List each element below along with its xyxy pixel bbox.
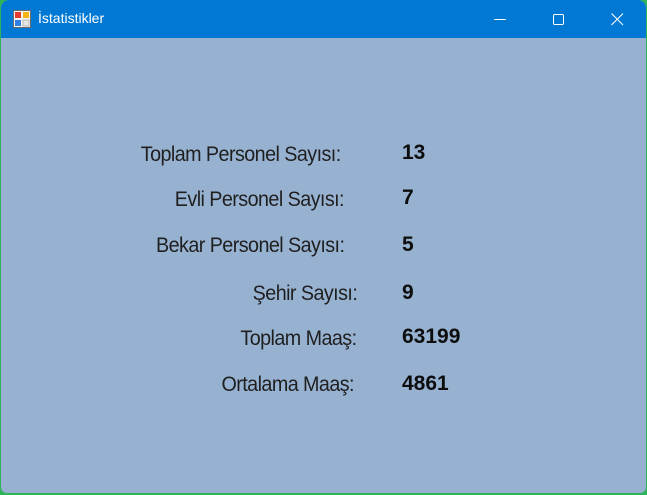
title-bar[interactable]: İstatistikler	[1, 0, 646, 38]
maximize-button[interactable]	[529, 0, 587, 38]
maximize-icon	[553, 14, 564, 25]
sehir-label: Şehir Sayısı:	[252, 282, 357, 305]
ortalama-maas-value: 4861	[402, 372, 449, 395]
toplam-personel-label: Toplam Personel Sayısı:	[141, 143, 341, 166]
toplam-maas-value: 63199	[402, 325, 461, 348]
window-title: İstatistikler	[38, 10, 105, 26]
bekar-personel-value: 5	[402, 233, 414, 256]
toplam-personel-value: 13	[402, 141, 426, 164]
close-icon	[611, 13, 624, 26]
minimize-button[interactable]	[471, 0, 529, 38]
toplam-maas-label: Toplam Maaş:	[240, 327, 358, 350]
ortalama-maas-label: Ortalama Maaş:	[221, 373, 354, 396]
evli-personel-label: Evli Personel Sayısı:	[174, 188, 345, 211]
evli-personel-value: 7	[402, 186, 414, 209]
bekar-personel-label: Bekar Personel Sayısı:	[155, 234, 345, 257]
sehir-value: 9	[402, 281, 414, 304]
minimize-icon	[494, 19, 506, 20]
close-button[interactable]	[588, 0, 646, 38]
statistics-window: İstatistikler Toplam Personel Sayısı: Ev…	[1, 0, 646, 493]
app-icon	[13, 10, 31, 28]
